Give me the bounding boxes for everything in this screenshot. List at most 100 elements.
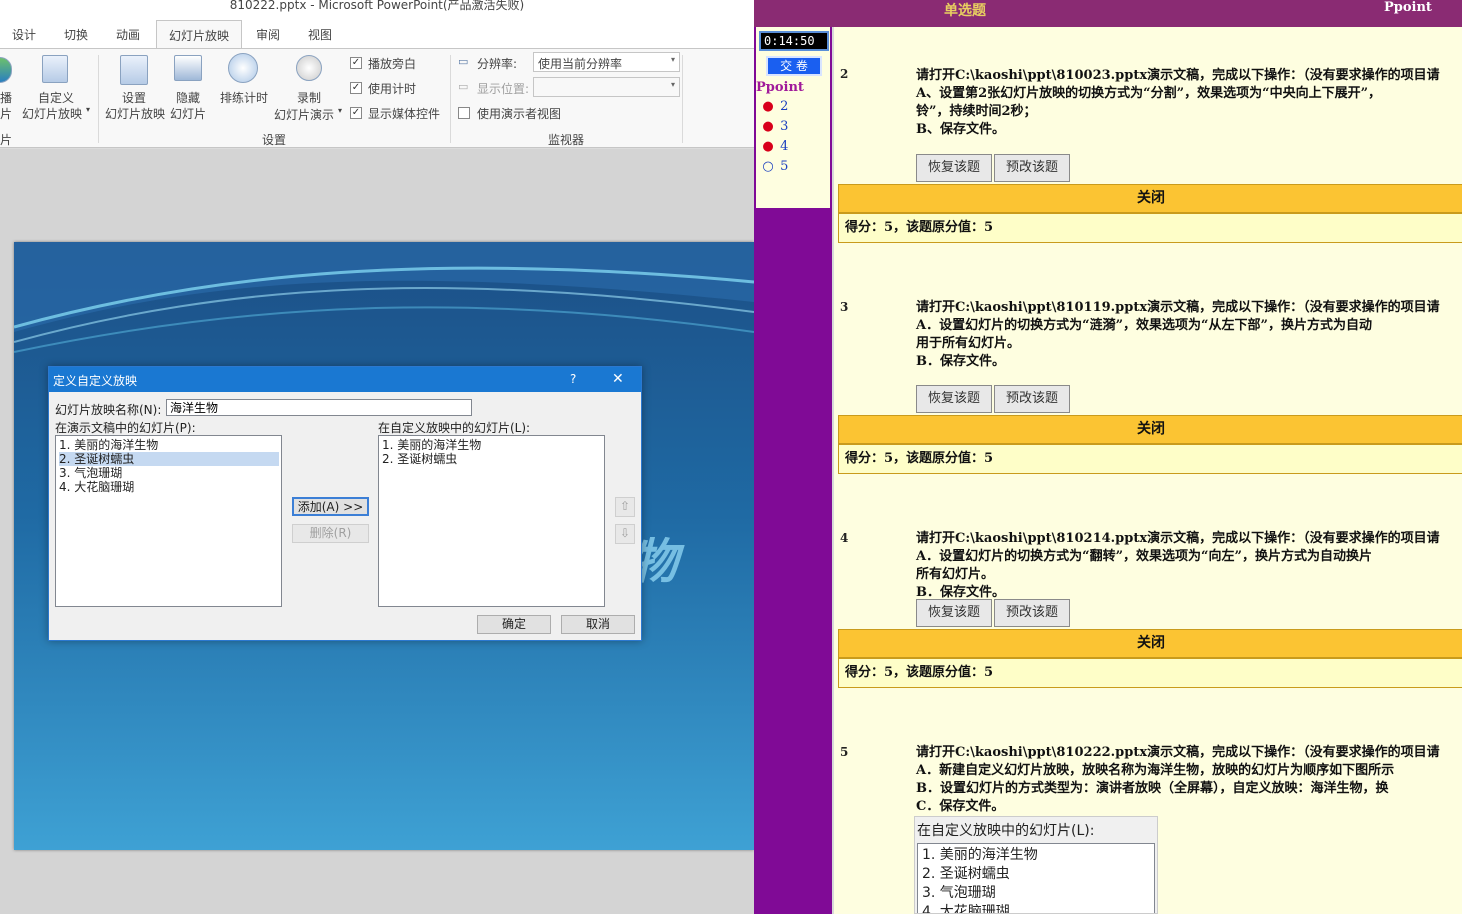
list-item[interactable]: 1. 美丽的海洋生物: [59, 438, 158, 452]
group-setup-label: 设置: [262, 133, 287, 147]
record-dropdown-icon[interactable]: ▾: [338, 106, 342, 115]
tab-transitions[interactable]: 切换: [64, 26, 88, 43]
setup-show-label[interactable]: 设置: [122, 89, 146, 106]
media-controls-label: 显示媒体控件: [368, 107, 441, 121]
custom-show-label-2[interactable]: 幻灯片放映: [22, 105, 82, 122]
window-title: 810222.pptx - Microsoft PowerPoint(产品激活失…: [0, 0, 754, 14]
preview-question-button[interactable]: 预改该题: [994, 154, 1070, 182]
unanswered-dot-icon: ○: [762, 159, 774, 174]
show-name-input[interactable]: [166, 399, 472, 416]
question-number: 5: [840, 745, 849, 759]
question-line: A．新建自定义幻灯片放映，放映名称为海洋生物，放映的幻灯片为顺序如下图所示: [916, 763, 1395, 778]
move-down-button[interactable]: ⇩: [615, 524, 635, 544]
dialog-titlebar: 定义自定义放映 ? ✕: [49, 367, 641, 392]
tab-slide-show[interactable]: 幻灯片放映: [156, 20, 243, 49]
hide-slide-icon: [174, 55, 202, 81]
sidebar-question-2[interactable]: ● 2: [760, 99, 788, 114]
custom-show-dropdown-icon[interactable]: ▾: [86, 105, 90, 114]
question-line: 请打开C:\kaoshi\ppt\810214.pptx演示文稿，完成以下操作：…: [916, 531, 1440, 546]
help-icon[interactable]: ?: [570, 372, 576, 386]
question-line: 用于所有幻灯片。: [916, 336, 1021, 351]
score-display: 得分：5，该题原分值：5: [838, 658, 1462, 688]
answered-dot-icon: ●: [762, 119, 774, 134]
ribbon-separator: [682, 55, 683, 143]
play-from-label[interactable]: 播: [0, 89, 12, 106]
question-line: 铃”，持续时间2秒；: [916, 104, 1037, 119]
rehearse-timings-icon: [228, 53, 258, 83]
question-line: B．保存文件。: [916, 354, 1005, 369]
list-item[interactable]: 2. 圣诞树蠕虫: [382, 452, 457, 466]
play-from-label-2[interactable]: 片: [0, 105, 12, 122]
custom-show-label[interactable]: 自定义: [38, 89, 74, 106]
restore-question-button[interactable]: 恢复该题: [916, 599, 992, 627]
chevron-down-icon: ▾: [670, 80, 675, 89]
setup-show-label-2[interactable]: 幻灯片放映: [105, 105, 165, 122]
narration-label: 播放旁白: [368, 57, 417, 71]
question-number: 3: [840, 300, 849, 314]
close-bar-button[interactable]: 关闭: [838, 629, 1462, 658]
sidebar-question-4[interactable]: ● 4: [760, 139, 788, 154]
resolution-icon: ▭: [458, 55, 469, 68]
group-label-partial: 片: [0, 133, 13, 147]
add-button[interactable]: 添加(A) >>: [292, 497, 369, 516]
question-line: B．设置幻灯片的方式类型为：演讲者放映（全屏幕），自定义放映：海洋生物，换: [916, 781, 1389, 796]
cancel-button[interactable]: 取消: [561, 615, 635, 634]
score-display: 得分：5，该题原分值：5: [838, 444, 1462, 474]
list-item: 2. 圣诞树蠕虫: [922, 866, 1010, 882]
ribbon-separator: [98, 55, 99, 143]
show-on-select[interactable]: ▾: [533, 77, 680, 97]
move-up-button[interactable]: ⇧: [615, 497, 635, 517]
presentation-slides-label: 在演示文稿中的幻灯片(P):: [55, 421, 196, 435]
list-item[interactable]: 3. 气泡珊瑚: [59, 466, 122, 480]
narration-checkbox[interactable]: ✓: [350, 57, 362, 69]
close-bar-button[interactable]: 关闭: [838, 415, 1462, 444]
ribbon-separator: [450, 55, 451, 143]
presenter-view-checkbox[interactable]: [458, 107, 470, 119]
media-controls-checkbox[interactable]: ✓: [350, 107, 362, 119]
resolution-label: 分辨率:: [477, 57, 518, 71]
setup-show-icon: [120, 55, 148, 85]
tab-review[interactable]: 审阅: [256, 26, 280, 43]
timings-checkbox[interactable]: ✓: [350, 82, 362, 94]
custom-show-slides-list[interactable]: 1. 美丽的海洋生物 2. 圣诞树蠕虫: [378, 435, 605, 607]
list-item[interactable]: 1. 美丽的海洋生物: [382, 438, 481, 452]
question-sidebar: 0:14:50 交 卷 Ppoint ● 2 ● 3 ● 4 ○ 5: [754, 27, 832, 914]
question-type-title: 单选题: [944, 3, 986, 19]
question-number: 2: [780, 99, 789, 114]
hide-slide-label[interactable]: 隐藏: [176, 89, 200, 106]
exam-header: 单选题 Ppoint: [754, 0, 1462, 27]
close-bar-button[interactable]: 关闭: [838, 184, 1462, 213]
hide-slide-label-2[interactable]: 幻灯片: [170, 105, 206, 122]
exam-brand: Ppoint: [1384, 0, 1432, 15]
list-item-selected[interactable]: 2. 圣诞树蠕虫: [59, 452, 279, 466]
question-line: 请打开C:\kaoshi\ppt\810119.pptx演示文稿，完成以下操作：…: [916, 300, 1440, 315]
tab-animations[interactable]: 动画: [116, 26, 140, 43]
close-icon[interactable]: ✕: [612, 371, 624, 387]
submit-exam-button[interactable]: 交 卷: [766, 56, 822, 76]
restore-question-button[interactable]: 恢复该题: [916, 154, 992, 182]
preview-question-button[interactable]: 预改该题: [994, 385, 1070, 413]
list-item[interactable]: 4. 大花脑珊瑚: [59, 480, 134, 494]
preview-question-button[interactable]: 预改该题: [994, 599, 1070, 627]
ok-button[interactable]: 确定: [477, 615, 551, 634]
sidebar-question-3[interactable]: ● 3: [760, 119, 788, 134]
reference-image: 在自定义放映中的幻灯片(L): 1. 美丽的海洋生物 2. 圣诞树蠕虫 3. 气…: [914, 816, 1158, 914]
rehearse-timings-label[interactable]: 排练计时: [220, 89, 268, 106]
presentation-slides-list[interactable]: 1. 美丽的海洋生物 2. 圣诞树蠕虫 3. 气泡珊瑚 4. 大花脑珊瑚: [55, 435, 282, 607]
custom-show-slides-label: 在自定义放映中的幻灯片(L):: [378, 421, 531, 435]
reference-label: 在自定义放映中的幻灯片(L):: [917, 823, 1095, 839]
chevron-down-icon: ▾: [670, 55, 675, 64]
group-monitors-label: 监视器: [548, 133, 585, 147]
tab-design[interactable]: 设计: [12, 26, 36, 43]
remove-button[interactable]: 删除(R): [292, 524, 369, 543]
tab-view[interactable]: 视图: [308, 26, 332, 43]
answered-dot-icon: ●: [762, 139, 774, 154]
sidebar-question-5[interactable]: ○ 5: [760, 159, 788, 174]
exam-window: 单选题 Ppoint 0:14:50 交 卷 Ppoint ● 2 ● 3 ● …: [754, 0, 1462, 914]
resolution-select[interactable]: 使用当前分辨率 ▾: [533, 52, 680, 72]
record-label-2[interactable]: 幻灯片演示: [274, 106, 334, 123]
restore-question-button[interactable]: 恢复该题: [916, 385, 992, 413]
record-label[interactable]: 录制: [297, 89, 321, 106]
list-item: 3. 气泡珊瑚: [922, 885, 996, 901]
question-number: 4: [780, 139, 789, 154]
